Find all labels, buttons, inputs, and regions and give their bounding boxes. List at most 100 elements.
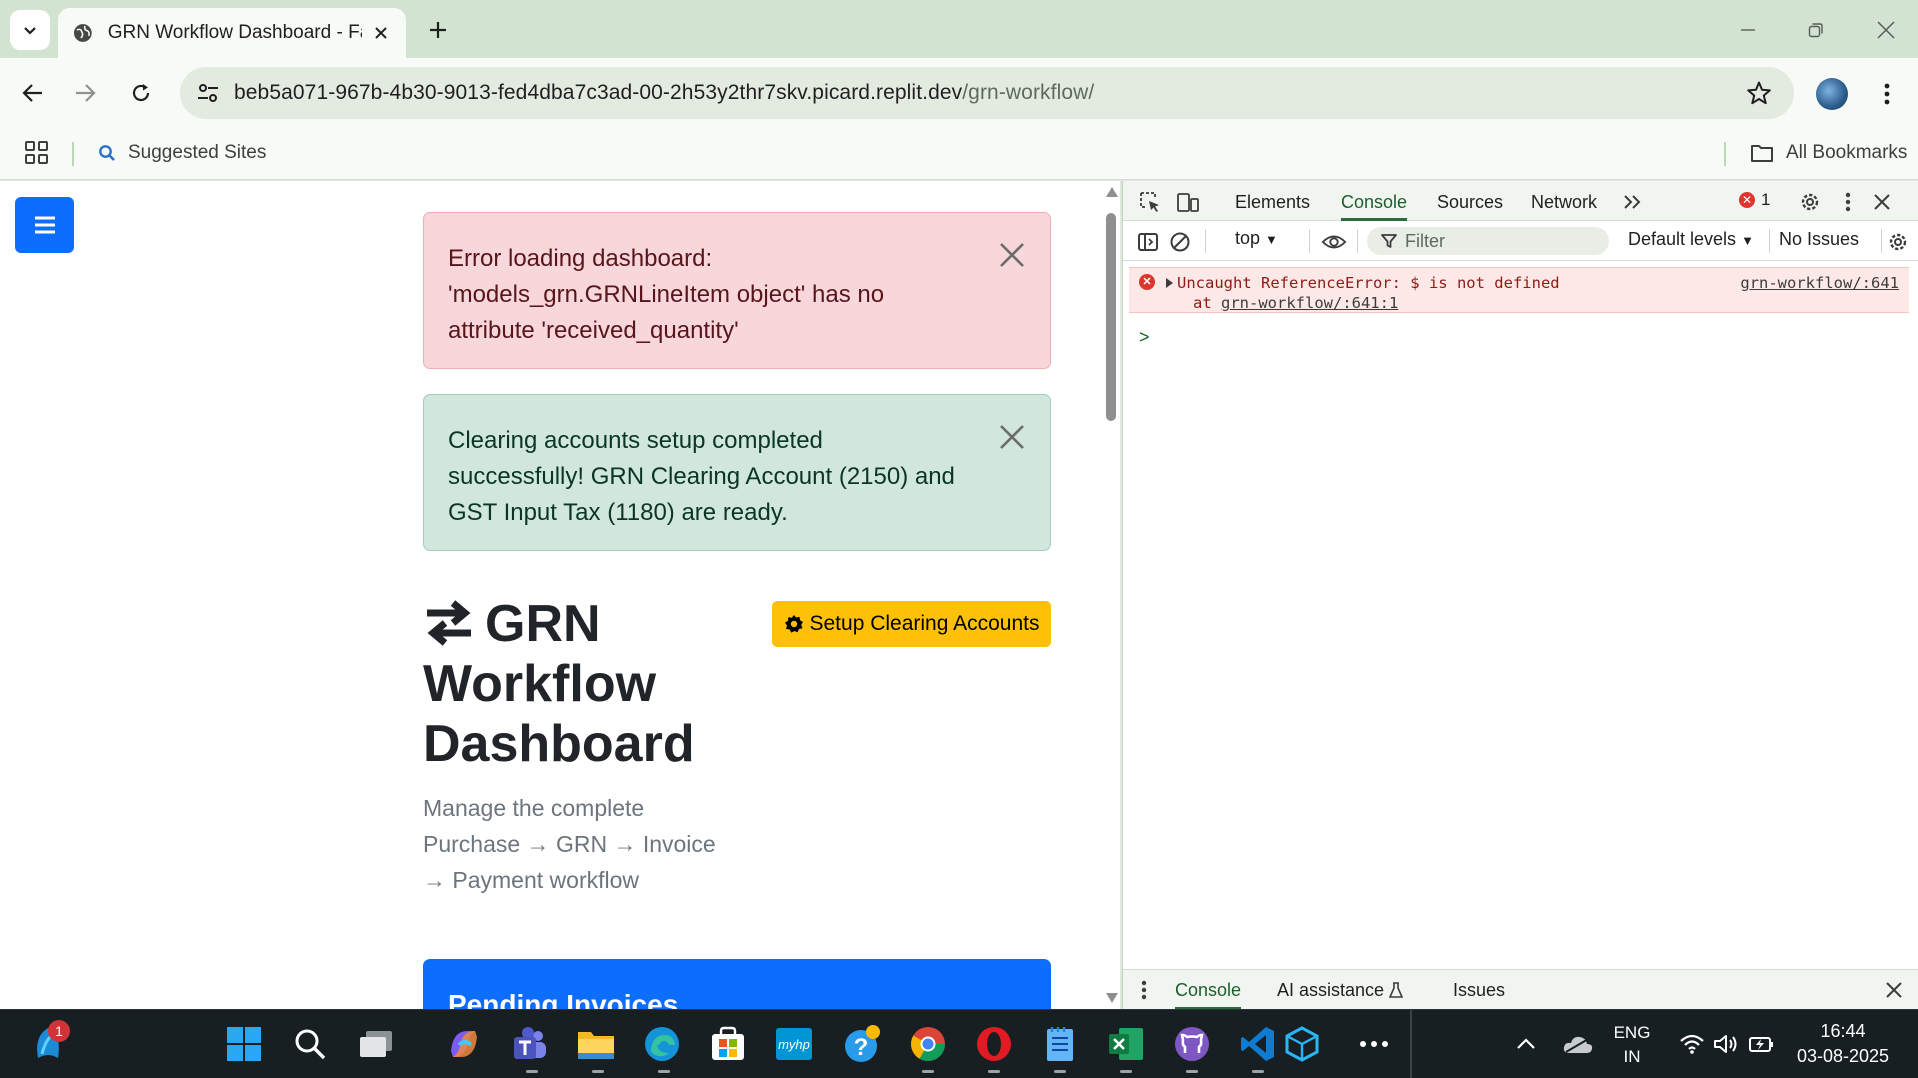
drawer-tab-ai-assistance[interactable]: AI assistance bbox=[1277, 970, 1404, 1010]
chevron-down-icon bbox=[24, 27, 36, 35]
back-button[interactable] bbox=[14, 74, 52, 112]
taskbar-search-icon[interactable] bbox=[288, 1022, 332, 1066]
toolbar-separator bbox=[1205, 229, 1206, 253]
error-count-badge[interactable]: ✕ 1 bbox=[1739, 190, 1770, 210]
toolbar-separator bbox=[1309, 229, 1310, 253]
plus-icon bbox=[430, 22, 446, 38]
devtools-tab-elements[interactable]: Elements bbox=[1235, 181, 1310, 221]
opera-icon[interactable] bbox=[972, 1022, 1016, 1066]
drawer-menu-icon[interactable] bbox=[1131, 977, 1157, 1003]
minimize-button[interactable] bbox=[1728, 12, 1768, 48]
clear-console-icon[interactable] bbox=[1167, 229, 1193, 255]
profile-avatar[interactable] bbox=[1816, 78, 1848, 110]
devtools-menu-icon[interactable] bbox=[1835, 189, 1861, 215]
bookmark-suggested-sites[interactable]: Suggested Sites bbox=[98, 138, 266, 168]
toolbar-separator bbox=[1357, 229, 1358, 253]
restore-icon bbox=[1808, 23, 1823, 38]
excel-icon[interactable] bbox=[1104, 1022, 1148, 1066]
github-desktop-icon[interactable] bbox=[1170, 1022, 1214, 1066]
devtools-tab-console[interactable]: Console bbox=[1341, 181, 1408, 221]
devtools-tab-sources[interactable]: Sources bbox=[1437, 181, 1503, 221]
tab-close-icon[interactable] bbox=[370, 22, 392, 44]
page-viewport: Error loading dashboard: 'models_grn.GRN… bbox=[0, 181, 1102, 1009]
bookmark-star-icon[interactable] bbox=[1746, 80, 1772, 106]
drawer-tab-console[interactable]: Console bbox=[1175, 970, 1242, 1010]
console-prompt[interactable]: > bbox=[1139, 327, 1150, 348]
scroll-down-icon[interactable] bbox=[1106, 993, 1118, 1003]
show-hidden-icons-chevron-icon[interactable] bbox=[1504, 1022, 1548, 1066]
notification-badge: 1 bbox=[48, 1020, 70, 1042]
teams-icon[interactable] bbox=[508, 1022, 552, 1066]
clock-date[interactable]: 03-08-2025 bbox=[1788, 1046, 1898, 1067]
live-expression-eye-icon[interactable] bbox=[1321, 229, 1347, 255]
sidebar-toggle-button[interactable] bbox=[15, 197, 74, 253]
device-toolbar-icon[interactable] bbox=[1175, 189, 1201, 215]
drawer-tab-issues[interactable]: Issues bbox=[1453, 970, 1505, 1010]
devtools-tab-network[interactable]: Network bbox=[1531, 181, 1597, 221]
forward-button[interactable] bbox=[66, 74, 104, 112]
inspect-element-icon[interactable] bbox=[1137, 189, 1163, 215]
sidebar-toggle-icon[interactable] bbox=[1135, 229, 1161, 255]
more-vert-icon bbox=[1884, 83, 1890, 105]
console-error-message[interactable]: ✕ Uncaught ReferenceError: $ is not defi… bbox=[1129, 267, 1909, 313]
expand-triangle-icon[interactable] bbox=[1166, 278, 1173, 288]
url-text: beb5a071-967b-4b30-9013-fed4dba7c3ad-00-… bbox=[234, 81, 1095, 104]
notepad-icon[interactable] bbox=[1038, 1022, 1082, 1066]
site-info-icon[interactable] bbox=[196, 81, 220, 105]
battery-charging-icon[interactable] bbox=[1740, 1022, 1784, 1066]
running-indicator bbox=[592, 1070, 604, 1073]
close-window-button[interactable] bbox=[1866, 12, 1906, 48]
console-settings-gear-icon[interactable] bbox=[1885, 229, 1911, 255]
devtools-drawer-tabbar: Console AI assistance Issues bbox=[1123, 969, 1918, 1010]
myhp-icon[interactable]: myhp bbox=[772, 1022, 816, 1066]
issues-count[interactable]: No Issues bbox=[1779, 229, 1859, 250]
devtools-tabbar: Elements Console Sources Network ✕ 1 bbox=[1123, 181, 1918, 221]
all-bookmarks-button[interactable]: All Bookmarks bbox=[1750, 138, 1907, 168]
restore-button[interactable] bbox=[1796, 12, 1836, 48]
log-levels-dropdown[interactable]: Default levels ▼ bbox=[1628, 229, 1754, 250]
error-source-link[interactable]: grn-workflow/:641 bbox=[1740, 274, 1899, 292]
vscode-icon[interactable] bbox=[1236, 1022, 1280, 1066]
language-indicator-bottom[interactable]: IN bbox=[1612, 1047, 1652, 1067]
edge-browser-icon[interactable] bbox=[640, 1022, 684, 1066]
close-devtools-icon[interactable] bbox=[1869, 189, 1895, 215]
success-alert: Clearing accounts setup completed succes… bbox=[423, 394, 1051, 551]
stack-frame-link[interactable]: grn-workflow/:641:1 bbox=[1221, 294, 1398, 312]
copilot-icon[interactable] bbox=[442, 1022, 486, 1066]
scroll-thumb[interactable] bbox=[1106, 213, 1116, 421]
stack-frame: at grn-workflow/:641:1 bbox=[1193, 294, 1399, 312]
new-tab-button[interactable] bbox=[422, 14, 454, 46]
alert-close-button[interactable] bbox=[994, 419, 1030, 455]
more-apps-icon[interactable] bbox=[1352, 1022, 1396, 1066]
microsoft-store-icon[interactable] bbox=[706, 1022, 750, 1066]
start-windows-icon[interactable] bbox=[222, 1022, 266, 1066]
alert-close-button[interactable] bbox=[994, 237, 1030, 273]
browser-menu-button[interactable] bbox=[1872, 76, 1902, 112]
console-toolbar: top ▼ Filter Default levels ▼ No Issues bbox=[1123, 221, 1918, 261]
file-explorer-icon[interactable] bbox=[574, 1022, 618, 1066]
more-tabs-chevron-icon[interactable] bbox=[1619, 189, 1645, 215]
reload-button[interactable] bbox=[122, 74, 160, 112]
page-scrollbar[interactable] bbox=[1102, 181, 1120, 1009]
running-indicator bbox=[658, 1070, 670, 1073]
cube-app-icon[interactable] bbox=[1280, 1022, 1324, 1066]
tab-search-button[interactable] bbox=[10, 10, 50, 50]
browser-tab-active[interactable]: GRN Workflow Dashboard - Fac bbox=[58, 8, 406, 58]
clock-time[interactable]: 16:44 bbox=[1788, 1021, 1898, 1042]
console-filter-input[interactable]: Filter bbox=[1367, 227, 1609, 255]
setup-clearing-accounts-button[interactable]: Setup Clearing Accounts bbox=[772, 601, 1051, 647]
chrome-icon[interactable] bbox=[906, 1022, 950, 1066]
scroll-up-icon[interactable] bbox=[1106, 187, 1118, 197]
task-view-icon[interactable] bbox=[354, 1022, 398, 1066]
apps-grid-icon[interactable] bbox=[24, 140, 50, 166]
address-bar[interactable]: beb5a071-967b-4b30-9013-fed4dba7c3ad-00-… bbox=[180, 67, 1794, 119]
language-indicator-top[interactable]: ENG bbox=[1612, 1023, 1652, 1043]
dropdown-arrow-icon: ▼ bbox=[1265, 232, 1278, 247]
onedrive-cloud-icon[interactable] bbox=[1556, 1022, 1600, 1066]
bookmarks-bar: Suggested Sites All Bookmarks bbox=[0, 128, 1918, 180]
get-help-icon[interactable]: ? bbox=[840, 1022, 884, 1066]
page-subtitle: Manage the complete Purchase → GRN → Inv… bbox=[423, 795, 716, 893]
context-selector[interactable]: top ▼ bbox=[1235, 228, 1278, 249]
settings-gear-icon[interactable] bbox=[1797, 189, 1823, 215]
close-drawer-icon[interactable] bbox=[1881, 977, 1907, 1003]
